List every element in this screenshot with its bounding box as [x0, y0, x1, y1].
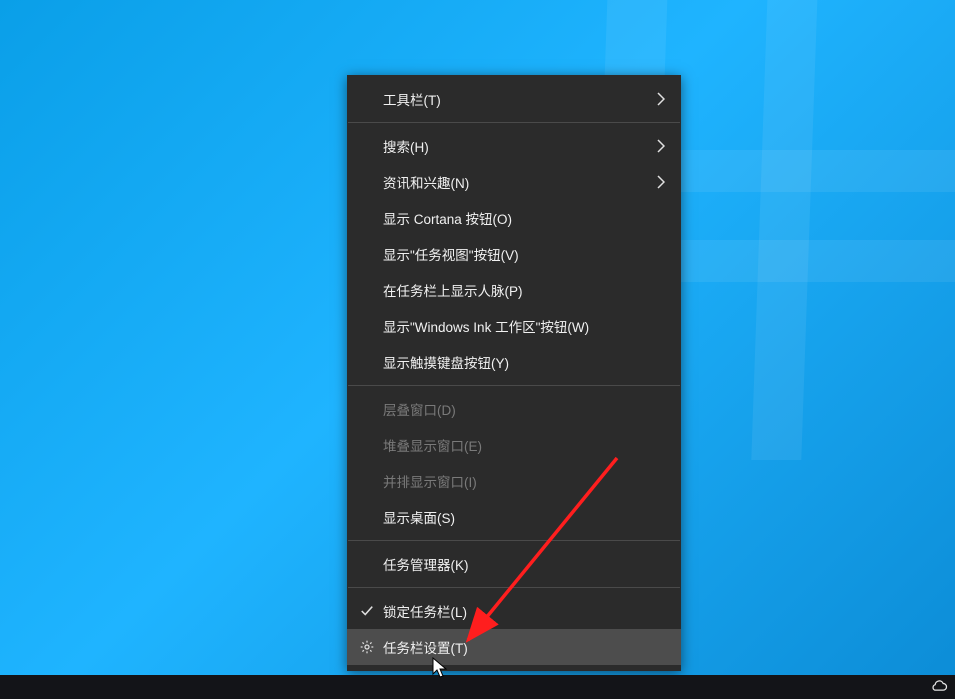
chevron-right-icon — [657, 92, 665, 106]
menu-item-label: 任务管理器(K) — [383, 554, 469, 574]
menu-separator — [348, 385, 680, 386]
menu-item-side-by-side-windows: 并排显示窗口(I) — [347, 463, 681, 499]
menu-item-news-interests[interactable]: 资讯和兴趣(N) — [347, 164, 681, 200]
menu-item-show-touch-keyboard[interactable]: 显示触摸键盘按钮(Y) — [347, 344, 681, 380]
chevron-right-icon — [657, 175, 665, 189]
cloud-icon[interactable] — [929, 679, 949, 697]
taskbar-context-menu: 工具栏(T) 搜索(H) 资讯和兴趣(N) 显示 Cortana 按钮(O) 显… — [347, 75, 681, 671]
menu-item-stack-windows: 堆叠显示窗口(E) — [347, 427, 681, 463]
check-icon — [359, 603, 375, 619]
light-ray — [751, 0, 818, 460]
menu-item-label: 显示 Cortana 按钮(O) — [383, 208, 512, 228]
menu-item-show-windows-ink[interactable]: 显示"Windows Ink 工作区"按钮(W) — [347, 308, 681, 344]
desktop[interactable]: 工具栏(T) 搜索(H) 资讯和兴趣(N) 显示 Cortana 按钮(O) 显… — [0, 0, 955, 699]
menu-item-label: 堆叠显示窗口(E) — [383, 435, 482, 455]
menu-item-show-desktop[interactable]: 显示桌面(S) — [347, 499, 681, 535]
menu-item-label: 锁定任务栏(L) — [383, 601, 467, 621]
menu-item-show-taskview[interactable]: 显示"任务视图"按钮(V) — [347, 236, 681, 272]
menu-item-label: 层叠窗口(D) — [383, 399, 456, 419]
menu-separator — [348, 540, 680, 541]
menu-separator — [348, 587, 680, 588]
menu-item-show-people[interactable]: 在任务栏上显示人脉(P) — [347, 272, 681, 308]
menu-item-search[interactable]: 搜索(H) — [347, 128, 681, 164]
menu-item-label: 搜索(H) — [383, 136, 429, 156]
menu-item-taskbar-settings[interactable]: 任务栏设置(T) — [347, 629, 681, 665]
menu-separator — [348, 122, 680, 123]
menu-item-label: 任务栏设置(T) — [383, 637, 468, 657]
gear-icon — [359, 639, 375, 655]
menu-item-label: 显示"任务视图"按钮(V) — [383, 244, 519, 264]
menu-item-task-manager[interactable]: 任务管理器(K) — [347, 546, 681, 582]
taskbar[interactable] — [0, 675, 955, 699]
menu-item-lock-taskbar[interactable]: 锁定任务栏(L) — [347, 593, 681, 629]
menu-item-label: 工具栏(T) — [383, 89, 441, 109]
menu-item-label: 在任务栏上显示人脉(P) — [383, 280, 523, 300]
menu-item-label: 显示"Windows Ink 工作区"按钮(W) — [383, 316, 589, 336]
menu-item-label: 显示桌面(S) — [383, 507, 455, 527]
chevron-right-icon — [657, 139, 665, 153]
menu-item-toolbars[interactable]: 工具栏(T) — [347, 81, 681, 117]
menu-item-label: 资讯和兴趣(N) — [383, 172, 469, 192]
menu-item-cascade-windows: 层叠窗口(D) — [347, 391, 681, 427]
menu-item-label: 并排显示窗口(I) — [383, 471, 477, 491]
menu-item-show-cortana[interactable]: 显示 Cortana 按钮(O) — [347, 200, 681, 236]
menu-item-label: 显示触摸键盘按钮(Y) — [383, 352, 509, 372]
